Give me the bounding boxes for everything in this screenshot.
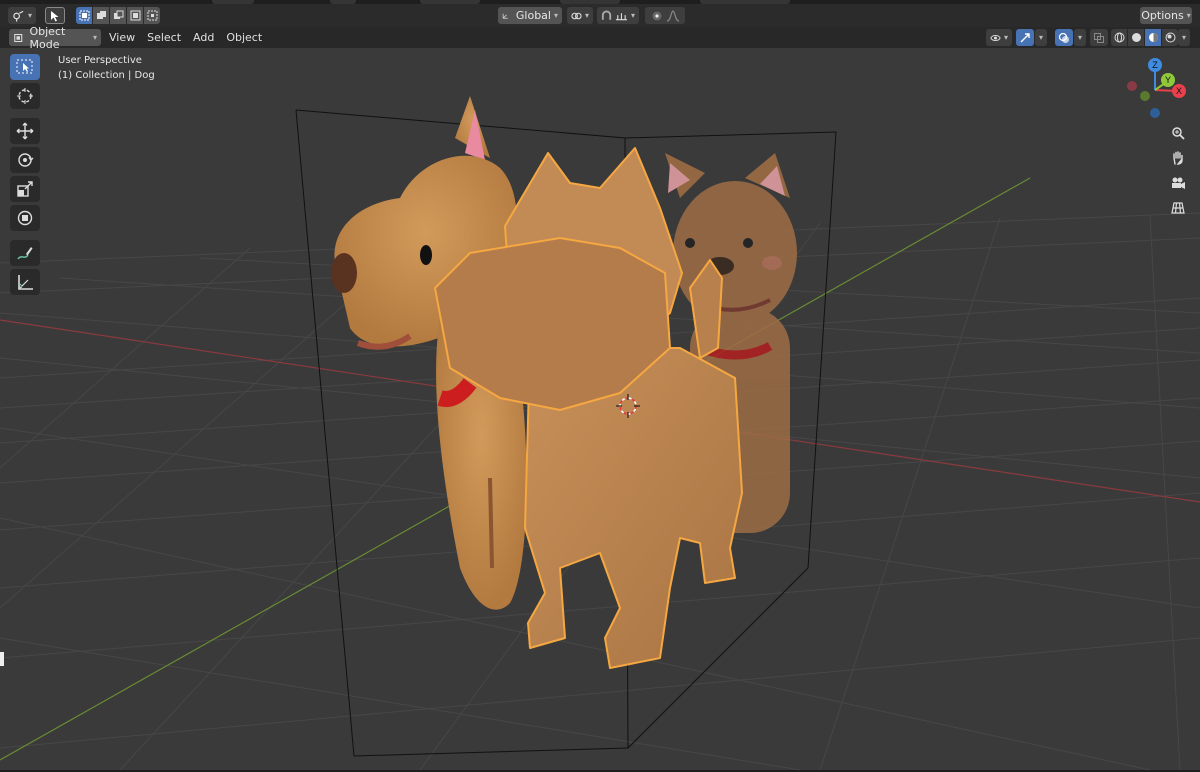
xray-icon <box>1094 32 1104 43</box>
show-gizmo-toggle[interactable] <box>1016 29 1034 46</box>
gizmo-z-label: Z <box>1152 60 1158 70</box>
object-mode-icon <box>14 33 23 42</box>
cursor-tool[interactable] <box>10 83 40 109</box>
gizmo-options-dropdown[interactable]: ▾ <box>1035 29 1047 46</box>
gizmo-neg-y-handle[interactable] <box>1140 91 1150 101</box>
collection-object-label: (1) Collection | Dog <box>58 70 155 81</box>
tool-select-button[interactable] <box>45 7 65 24</box>
cursor-arrow-icon <box>51 10 59 21</box>
orientation-label: Global <box>515 9 551 22</box>
move-icon <box>16 122 34 140</box>
viewport-scene[interactable]: Z X Y <box>0 48 1200 770</box>
chevron-down-icon: ▾ <box>1003 33 1008 42</box>
options-dropdown[interactable]: Options ▾ <box>1140 7 1192 24</box>
pivot-point-dropdown[interactable]: ▾ <box>567 7 593 24</box>
proportional-edit-icon <box>652 11 661 20</box>
scale-icon <box>17 181 33 197</box>
overlays-icon <box>1058 32 1069 43</box>
measure-icon <box>18 275 33 290</box>
pivot-icon <box>571 12 582 19</box>
annotate-tool[interactable] <box>10 240 40 266</box>
zoom-button[interactable] <box>1167 122 1189 144</box>
viewport-menu: View Select Add Object <box>104 29 267 46</box>
snap-magnet-icon <box>601 9 612 20</box>
snap-increment-icon <box>615 12 628 20</box>
3d-viewport[interactable]: Z X Y User Perspective (1) Collection | … <box>0 48 1200 770</box>
ortho-toggle-button[interactable] <box>1167 197 1189 219</box>
viewport-header: Object Mode ▾ View Select Add Object ▾ ▾… <box>0 25 1200 51</box>
pan-button[interactable] <box>1167 147 1189 169</box>
left-edge-marker <box>0 652 4 666</box>
gizmo-neg-x-handle[interactable] <box>1127 81 1137 91</box>
transform-tool[interactable] <box>10 205 40 231</box>
subtract-selection-icon[interactable] <box>110 7 126 24</box>
chevron-down-icon: ▾ <box>630 11 635 20</box>
rotate-icon <box>18 153 34 167</box>
xray-toggle[interactable] <box>1090 29 1108 46</box>
select-box-icon <box>16 59 33 74</box>
camera-view-button[interactable] <box>1167 172 1189 194</box>
rendered-shading-icon[interactable] <box>1162 29 1178 46</box>
cursor-icon <box>17 88 33 104</box>
snap-dropdown[interactable]: ▾ <box>597 7 639 24</box>
gizmo-toggle-icon <box>1020 32 1030 42</box>
chevron-down-icon: ▾ <box>553 11 558 20</box>
orientation-global-icon <box>502 13 508 19</box>
material-preview-shading-icon[interactable] <box>1145 29 1161 46</box>
chevron-down-icon: ▾ <box>1077 33 1082 42</box>
interaction-mode-dropdown[interactable]: Object Mode ▾ <box>9 25 101 51</box>
set-selection-icon[interactable] <box>76 7 92 24</box>
editor-type-icon <box>13 10 24 22</box>
mode-label: Object Mode <box>29 24 66 51</box>
chevron-down-icon: ▾ <box>584 11 589 20</box>
tool-header: ▾ Global ▾ ▾ ▾ Options ▾ <box>0 4 1200 27</box>
editor-type-button[interactable]: ▾ <box>8 7 36 24</box>
intersect-selection-icon[interactable] <box>144 7 160 24</box>
select-box-tool[interactable] <box>10 54 40 80</box>
camera-icon <box>1172 177 1185 189</box>
menu-view[interactable]: View <box>104 29 140 46</box>
navigation-gizmo[interactable]: Z X Y <box>1127 58 1186 118</box>
grid-ortho-icon <box>1171 202 1185 214</box>
overlays-options-dropdown[interactable]: ▾ <box>1074 29 1086 46</box>
scale-tool[interactable] <box>10 176 40 202</box>
view-perspective-label: User Perspective <box>58 55 142 66</box>
menu-select[interactable]: Select <box>142 29 186 46</box>
menu-object[interactable]: Object <box>221 29 267 46</box>
falloff-curve-icon <box>666 9 679 22</box>
chevron-down-icon: ▾ <box>1186 11 1191 20</box>
show-overlays-toggle[interactable] <box>1055 29 1073 46</box>
chevron-down-icon: ▾ <box>1038 33 1043 42</box>
chevron-down-icon: ▾ <box>1181 33 1186 42</box>
gizmo-x-label: X <box>1176 86 1182 96</box>
chevron-down-icon: ▾ <box>92 33 97 42</box>
transform-orientation-dropdown[interactable]: Global ▾ <box>498 7 562 24</box>
eye-icon <box>990 34 1001 41</box>
menu-add[interactable]: Add <box>188 29 219 46</box>
pan-hand-icon <box>1173 151 1183 165</box>
options-label: Options <box>1141 9 1184 22</box>
extend-selection-icon[interactable] <box>93 7 109 24</box>
shading-mode-group <box>1111 29 1178 46</box>
proportional-editing-group[interactable] <box>645 7 685 24</box>
zoom-icon <box>1172 127 1185 140</box>
gizmo-neg-z-handle[interactable] <box>1150 108 1160 118</box>
gizmo-y-label: Y <box>1165 75 1171 85</box>
annotate-icon <box>17 247 33 260</box>
toolshelf <box>10 54 44 298</box>
move-tool[interactable] <box>10 118 40 144</box>
transform-icon <box>17 210 33 226</box>
visibility-dropdown[interactable]: ▾ <box>986 29 1012 46</box>
shading-options-dropdown[interactable]: ▾ <box>1178 29 1190 46</box>
chevron-down-icon: ▾ <box>27 11 32 20</box>
wireframe-shading-icon[interactable] <box>1111 29 1127 46</box>
measure-tool[interactable] <box>10 269 40 295</box>
invert-selection-icon[interactable] <box>127 7 143 24</box>
rotate-tool[interactable] <box>10 147 40 173</box>
selection-mode-group <box>76 7 160 24</box>
solid-shading-icon[interactable] <box>1128 29 1144 46</box>
